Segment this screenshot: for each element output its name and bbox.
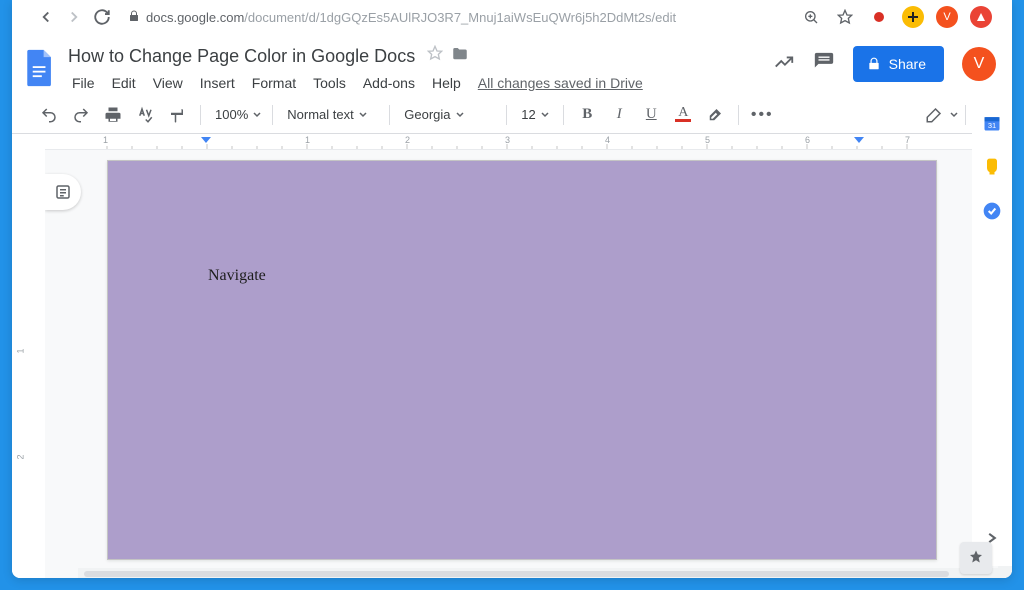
zoom-chrome-icon[interactable] bbox=[800, 6, 822, 28]
star-icon[interactable] bbox=[834, 6, 856, 28]
chevron-down-icon bbox=[455, 110, 465, 120]
url-domain: docs.google.com bbox=[146, 10, 244, 25]
underline-button[interactable]: U bbox=[638, 102, 664, 128]
address-bar[interactable]: docs.google.com/document/d/1dgGQzEs5AUlR… bbox=[128, 10, 788, 25]
menu-tools[interactable]: Tools bbox=[305, 73, 354, 93]
horizontal-ruler[interactable]: 1 1 2 3 4 5 6 7 bbox=[45, 134, 1012, 150]
doc-body-text[interactable]: Navigate bbox=[208, 267, 266, 285]
browser-chrome: docs.google.com/document/d/1dgGQzEs5AUlR… bbox=[24, 0, 1000, 34]
svg-text:31: 31 bbox=[988, 121, 996, 130]
horizontal-scrollbar[interactable] bbox=[78, 568, 998, 578]
share-button[interactable]: Share bbox=[853, 46, 944, 82]
move-folder-icon[interactable] bbox=[451, 45, 469, 68]
app-header: How to Change Page Color in Google Docs … bbox=[12, 34, 1012, 96]
editing-mode-button[interactable] bbox=[921, 102, 947, 128]
spellcheck-button[interactable] bbox=[132, 102, 158, 128]
vertical-ruler[interactable]: 1 2 bbox=[12, 150, 45, 578]
chevron-down-icon bbox=[358, 110, 368, 120]
lock-share-icon bbox=[867, 57, 881, 71]
italic-button[interactable]: I bbox=[606, 102, 632, 128]
ruler-v-num: 1 bbox=[16, 348, 26, 353]
font-dropdown[interactable]: Georgia bbox=[400, 107, 496, 122]
extension-icon-3[interactable] bbox=[970, 6, 992, 28]
highlight-button[interactable] bbox=[702, 102, 728, 128]
ruler-h-num: 3 bbox=[505, 135, 510, 145]
menu-help[interactable]: Help bbox=[424, 73, 469, 93]
tasks-panel-icon[interactable] bbox=[981, 200, 1003, 222]
star-doc-icon[interactable] bbox=[427, 45, 443, 68]
extension-icon-2[interactable] bbox=[902, 6, 924, 28]
ruler-h-num: 2 bbox=[405, 135, 410, 145]
activity-icon[interactable] bbox=[773, 51, 795, 78]
zoom-dropdown[interactable]: 100% bbox=[211, 107, 262, 122]
extension-icon-1[interactable] bbox=[868, 6, 890, 28]
font-size-dropdown[interactable]: 12 bbox=[517, 107, 553, 122]
ruler-h-num: 4 bbox=[605, 135, 610, 145]
menu-file[interactable]: File bbox=[64, 73, 103, 93]
back-button[interactable] bbox=[32, 3, 60, 31]
redo-button[interactable] bbox=[68, 102, 94, 128]
profile-chrome-avatar[interactable]: V bbox=[936, 6, 958, 28]
bold-button[interactable]: B bbox=[574, 102, 600, 128]
ruler-h-num: 7 bbox=[905, 135, 910, 145]
menu-addons[interactable]: Add-ons bbox=[355, 73, 423, 93]
comments-icon[interactable] bbox=[813, 51, 835, 78]
text-color-button[interactable]: A bbox=[670, 102, 696, 128]
side-panel: 31 bbox=[972, 96, 1012, 566]
doc-title[interactable]: How to Change Page Color in Google Docs bbox=[64, 46, 419, 67]
more-tools-icon[interactable]: ••• bbox=[749, 102, 775, 128]
scrollbar-thumb[interactable] bbox=[84, 571, 949, 577]
ruler-h-num: 5 bbox=[705, 135, 710, 145]
chevron-down-icon bbox=[540, 110, 550, 120]
ruler-v-num: 2 bbox=[16, 454, 26, 459]
indent-marker-left[interactable] bbox=[200, 136, 212, 148]
keep-panel-icon[interactable] bbox=[981, 156, 1003, 178]
save-status[interactable]: All changes saved in Drive bbox=[478, 75, 643, 91]
forward-button[interactable] bbox=[60, 3, 88, 31]
document-outline-button[interactable] bbox=[45, 174, 81, 210]
ruler-h-num: 6 bbox=[805, 135, 810, 145]
calendar-panel-icon[interactable]: 31 bbox=[981, 112, 1003, 134]
paint-format-button[interactable] bbox=[164, 102, 190, 128]
undo-button[interactable] bbox=[36, 102, 62, 128]
menu-format[interactable]: Format bbox=[244, 73, 304, 93]
document-page[interactable]: Navigate bbox=[107, 160, 937, 560]
print-button[interactable] bbox=[100, 102, 126, 128]
chevron-down-icon bbox=[252, 110, 262, 120]
profile-avatar[interactable]: V bbox=[962, 47, 996, 81]
styles-dropdown[interactable]: Normal text bbox=[283, 107, 379, 122]
menu-insert[interactable]: Insert bbox=[192, 73, 243, 93]
reload-button[interactable] bbox=[88, 3, 116, 31]
menu-edit[interactable]: Edit bbox=[104, 73, 144, 93]
menu-bar: File Edit View Insert Format Tools Add-o… bbox=[64, 70, 773, 96]
format-toolbar: 100% Normal text Georgia 12 B I U A ••• bbox=[12, 96, 1012, 134]
ruler-h-num: 1 bbox=[103, 135, 108, 145]
url-path: /document/d/1dgGQzEs5AUlRJO3R7_Mnuj1aiWs… bbox=[244, 10, 676, 25]
share-label: Share bbox=[889, 56, 926, 72]
docs-logo[interactable] bbox=[20, 42, 60, 94]
ruler-h-num: 1 bbox=[305, 135, 310, 145]
lock-icon bbox=[128, 10, 140, 25]
explore-button[interactable] bbox=[960, 542, 992, 574]
doc-canvas[interactable]: Navigate bbox=[45, 150, 1012, 578]
menu-view[interactable]: View bbox=[145, 73, 191, 93]
chevron-down-icon bbox=[949, 110, 959, 120]
indent-marker-right[interactable] bbox=[853, 136, 865, 148]
